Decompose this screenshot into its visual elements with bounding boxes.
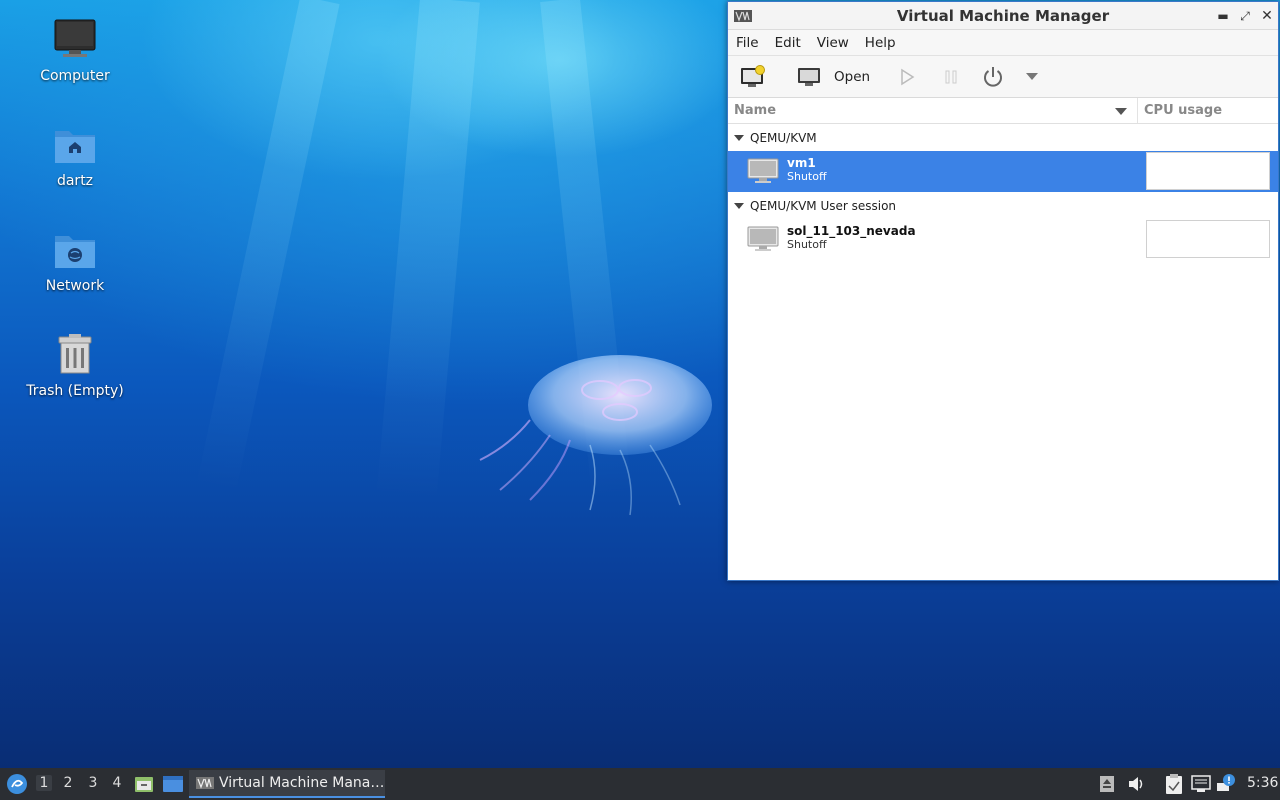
clipboard-icon[interactable] (1164, 773, 1184, 795)
jellyfish-wallpaper-art (479, 355, 712, 516)
light-ray (196, 0, 340, 494)
column-name-label: Name (734, 103, 777, 118)
column-header-cpu[interactable]: CPU usage (1138, 98, 1222, 123)
notification-icon[interactable] (1216, 773, 1236, 793)
minimize-icon[interactable]: ▬ (1214, 7, 1232, 25)
desktop-icon-trash[interactable]: Trash (Empty) (15, 331, 135, 399)
app-menu-icon[interactable] (6, 773, 28, 795)
expand-triangle-icon[interactable] (734, 134, 744, 141)
play-icon[interactable] (898, 68, 916, 86)
expand-triangle-icon[interactable] (734, 202, 744, 209)
workspace-1[interactable]: 1 (36, 775, 52, 791)
column-cpu-label: CPU usage (1144, 103, 1223, 118)
open-button[interactable]: Open (796, 66, 870, 88)
workspace-4[interactable]: 4 (109, 775, 125, 791)
dropdown-arrow-icon[interactable] (1026, 73, 1038, 81)
power-icon[interactable] (981, 65, 1005, 89)
connection-row-qemu-kvm-user[interactable]: QEMU/KVM User session (728, 192, 1278, 219)
menu-view[interactable]: View (817, 35, 849, 51)
network-status-icon[interactable] (1191, 775, 1211, 793)
window-titlebar[interactable]: Virtual Machine Manager ▬ ⤢ ✕ (728, 2, 1278, 30)
vm-list: QEMU/KVM vm1 Shutoff QEMU/KVM User sessi… (728, 124, 1278, 260)
desktop-icon-network[interactable]: Network (15, 226, 135, 294)
column-header-name[interactable]: Name (728, 98, 1138, 123)
desktop-icon-computer[interactable]: Computer (15, 16, 135, 84)
clock[interactable]: 5:36 (1247, 775, 1278, 791)
network-folder-icon (55, 236, 95, 268)
vm-monitor-icon (747, 158, 779, 183)
vmm-window: Virtual Machine Manager ▬ ⤢ ✕ File Edit … (727, 1, 1279, 581)
vm-row-sol-11-103-nevada[interactable]: sol_11_103_nevada Shutoff (728, 219, 1278, 260)
trash-icon (58, 334, 92, 374)
desktop-icon-label: Network (45, 278, 105, 294)
vm-status: Shutoff (787, 170, 827, 183)
home-folder-icon (55, 131, 95, 163)
vm-monitor-icon (747, 226, 779, 251)
volume-icon[interactable] (1127, 776, 1145, 792)
show-desktop-icon[interactable] (162, 775, 184, 793)
eject-icon[interactable] (1099, 775, 1115, 793)
light-ray (376, 0, 480, 501)
pause-icon[interactable] (942, 68, 960, 86)
menubar: File Edit View Help (728, 30, 1278, 56)
new-vm-icon[interactable] (740, 65, 766, 89)
close-icon[interactable]: ✕ (1258, 7, 1276, 25)
desktop-icon-label: dartz (56, 173, 94, 189)
connection-row-qemu-kvm[interactable]: QEMU/KVM (728, 124, 1278, 151)
taskbar: 1 2 3 4 Virtual Machine Mana… 5:36 (0, 768, 1280, 800)
vm-list-header: Name CPU usage (728, 98, 1278, 124)
taskbar-task-vmm[interactable]: Virtual Machine Mana… (189, 770, 385, 798)
workspace-3[interactable]: 3 (85, 775, 101, 791)
connection-label: QEMU/KVM (750, 130, 817, 145)
toolbar: Open (728, 56, 1278, 98)
vm-name: vm1 (787, 156, 816, 170)
vm-name: sol_11_103_nevada (787, 224, 916, 238)
desktop-icon-home-folder[interactable]: dartz (15, 121, 135, 189)
file-manager-icon[interactable] (134, 774, 154, 794)
vm-row-vm1[interactable]: vm1 Shutoff (728, 151, 1278, 192)
desktop-icon-label: Computer (40, 68, 110, 84)
task-label: Virtual Machine Mana… (219, 775, 385, 791)
menu-help[interactable]: Help (865, 35, 896, 51)
menu-file[interactable]: File (736, 35, 759, 51)
maximize-icon[interactable]: ⤢ (1236, 7, 1254, 25)
menu-edit[interactable]: Edit (775, 35, 801, 51)
monitor-icon (798, 68, 820, 86)
cpu-usage-graph (1146, 152, 1270, 190)
workspace-2[interactable]: 2 (60, 775, 76, 791)
vmm-app-icon (196, 777, 214, 789)
vm-status: Shutoff (787, 238, 827, 251)
cpu-usage-graph (1146, 220, 1270, 258)
desktop-icon-label: Trash (Empty) (26, 383, 124, 399)
open-label: Open (834, 69, 871, 85)
sort-arrow-icon (1115, 108, 1127, 115)
computer-icon (54, 19, 96, 57)
window-title: Virtual Machine Manager (896, 6, 1110, 25)
connection-label: QEMU/KVM User session (750, 198, 897, 213)
